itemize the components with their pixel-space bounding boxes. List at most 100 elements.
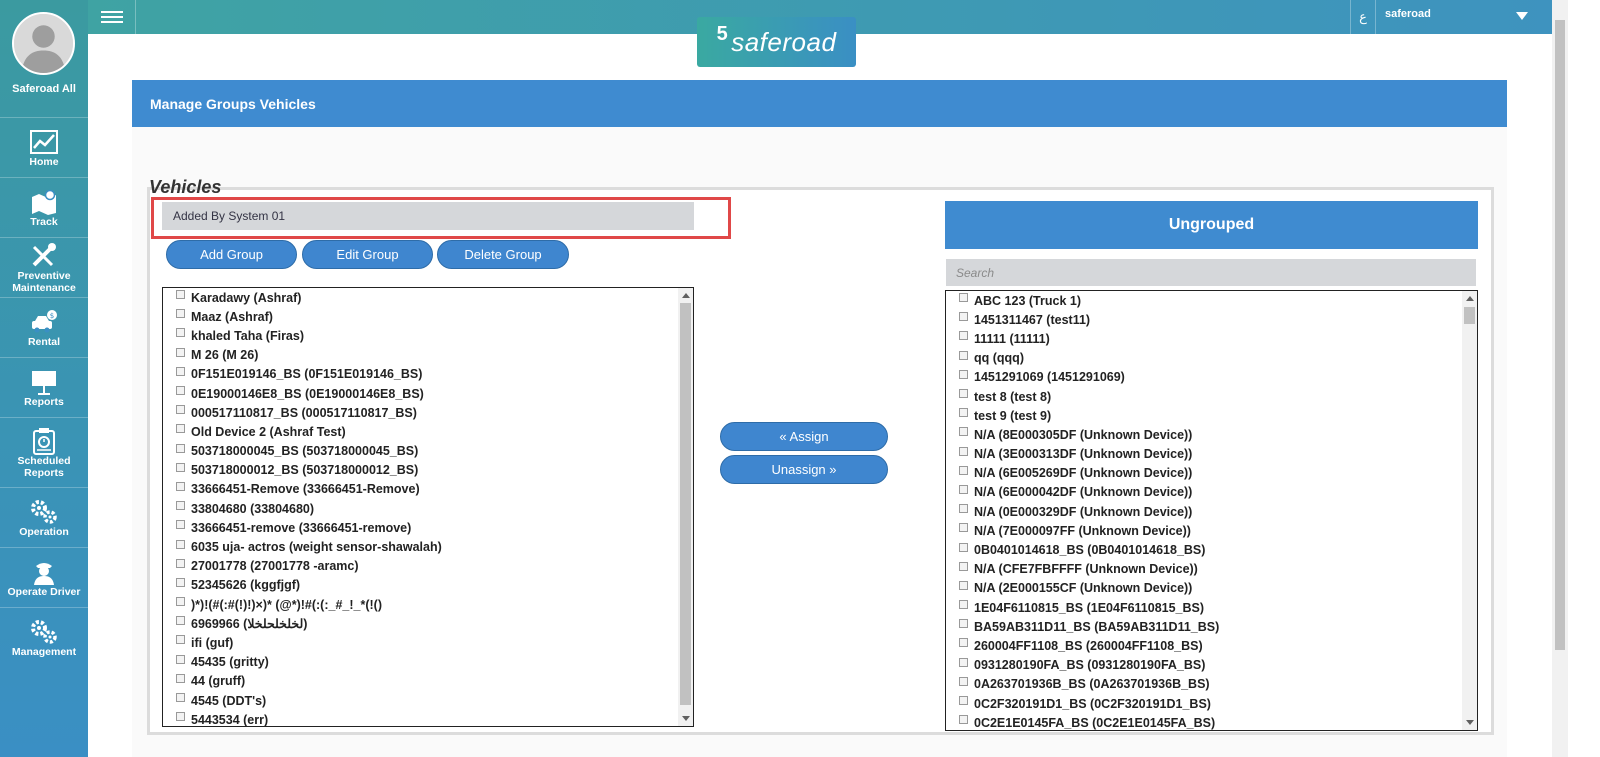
list-item[interactable]: Karadawy (Ashraf) <box>163 288 678 307</box>
page-scrollbar-thumb[interactable] <box>1555 20 1565 650</box>
list-item[interactable]: 1451311467 (test11) <box>946 310 1462 329</box>
checkbox[interactable] <box>959 427 968 437</box>
scroll-up-icon[interactable] <box>682 293 690 298</box>
list-item[interactable]: N/A (CFE7FBFFFF (Unknown Device)) <box>946 560 1462 579</box>
list-item[interactable]: test 9 (test 9) <box>946 406 1462 425</box>
scroll-up-icon[interactable] <box>1466 296 1474 301</box>
sidebar-item-reports[interactable]: Reports <box>0 357 88 417</box>
list-item[interactable]: 260004FF1108_BS (260004FF1108_BS) <box>946 636 1462 655</box>
list-item[interactable]: 44 (gruff) <box>163 672 678 691</box>
list-item[interactable]: ABC 123 (Truck 1) <box>946 291 1462 310</box>
checkbox[interactable] <box>959 389 968 399</box>
avatar[interactable] <box>12 12 75 75</box>
sidebar-item-preventive-maintenance[interactable]: Preventive Maintenance <box>0 237 88 297</box>
checkbox[interactable] <box>959 600 968 610</box>
list-item[interactable]: 52345626 (kggfjgf) <box>163 576 678 595</box>
list-item[interactable]: 11111 (11111) <box>946 329 1462 348</box>
list-item[interactable]: 6969966 (لخلخلحلخلا) <box>163 614 678 633</box>
checkbox[interactable] <box>176 481 185 491</box>
list-item[interactable]: 0E19000146E8_BS (0E19000146E8_BS) <box>163 384 678 403</box>
list-item[interactable]: 000517110817_BS (000517110817_BS) <box>163 403 678 422</box>
list-item[interactable]: 0931280190FA_BS (0931280190FA_BS) <box>946 656 1462 675</box>
ungrouped-list-scrollbar[interactable] <box>1462 291 1477 730</box>
checkbox[interactable] <box>959 504 968 514</box>
ungrouped-list-scrollbar-thumb[interactable] <box>1464 307 1475 324</box>
checkbox[interactable] <box>176 405 185 415</box>
checkbox[interactable] <box>959 465 968 475</box>
list-item[interactable]: 6035 uja- actros (weight sensor-shawalah… <box>163 537 678 556</box>
list-item[interactable]: BA59AB311D11_BS (BA59AB311D11_BS) <box>946 617 1462 636</box>
checkbox[interactable] <box>959 561 968 571</box>
checkbox[interactable] <box>959 484 968 494</box>
hamburger-menu-icon[interactable] <box>88 0 136 34</box>
list-item[interactable]: N/A (0E000329DF (Unknown Device)) <box>946 502 1462 521</box>
checkbox[interactable] <box>959 331 968 341</box>
list-item[interactable]: 1E04F6110815_BS (1E04F6110815_BS) <box>946 598 1462 617</box>
list-item[interactable]: ifi (guf) <box>163 633 678 652</box>
list-item[interactable]: N/A (7E000097FF (Unknown Device)) <box>946 521 1462 540</box>
scroll-down-icon[interactable] <box>1466 720 1474 725</box>
add-group-button[interactable]: Add Group <box>166 240 297 269</box>
checkbox[interactable] <box>176 328 185 338</box>
checkbox[interactable] <box>176 424 185 434</box>
list-item[interactable]: 0C2F320191D1_BS (0C2F320191D1_BS) <box>946 694 1462 713</box>
group-select[interactable]: Added By System 01 <box>162 202 694 230</box>
list-item[interactable]: 33804680 (33804680) <box>163 499 678 518</box>
list-item[interactable]: khaled Taha (Firas) <box>163 326 678 345</box>
checkbox[interactable] <box>176 347 185 357</box>
list-item[interactable]: N/A (2E000155CF (Unknown Device)) <box>946 579 1462 598</box>
list-item[interactable]: N/A (6E005269DF (Unknown Device)) <box>946 464 1462 483</box>
checkbox[interactable] <box>959 715 968 725</box>
list-item[interactable]: N/A (8E000305DF (Unknown Device)) <box>946 425 1462 444</box>
list-item[interactable]: qq (qqq) <box>946 349 1462 368</box>
group-list-scrollbar-thumb[interactable] <box>680 303 691 705</box>
checkbox[interactable] <box>959 696 968 706</box>
search-input[interactable] <box>946 259 1476 286</box>
checkbox[interactable] <box>959 676 968 686</box>
list-item[interactable]: 503718000045_BS (503718000045_BS) <box>163 442 678 461</box>
list-item[interactable]: N/A (3E000313DF (Unknown Device)) <box>946 445 1462 464</box>
checkbox[interactable] <box>176 520 185 530</box>
checkbox[interactable] <box>959 542 968 552</box>
sidebar-item-rental[interactable]: $ Rental <box>0 297 88 357</box>
checkbox[interactable] <box>959 312 968 322</box>
checkbox[interactable] <box>959 446 968 456</box>
checkbox[interactable] <box>959 293 968 303</box>
list-item[interactable]: 27001778 (27001778 -aramc) <box>163 557 678 576</box>
checkbox[interactable] <box>959 350 968 360</box>
list-item[interactable]: 45435 (gritty) <box>163 653 678 672</box>
scroll-down-icon[interactable] <box>682 716 690 721</box>
list-item[interactable]: test 8 (test 8) <box>946 387 1462 406</box>
list-item[interactable]: N/A (6E000042DF (Unknown Device)) <box>946 483 1462 502</box>
sidebar-item-track[interactable]: Track <box>0 177 88 237</box>
checkbox[interactable] <box>176 366 185 376</box>
checkbox[interactable] <box>176 616 185 626</box>
list-item[interactable]: 0A263701936B_BS (0A263701936B_BS) <box>946 675 1462 694</box>
checkbox[interactable] <box>176 673 185 683</box>
list-item[interactable]: 0F151E019146_BS (0F151E019146_BS) <box>163 365 678 384</box>
list-item[interactable]: 33666451-Remove (33666451-Remove) <box>163 480 678 499</box>
list-item[interactable]: 4545 (DDT's) <box>163 691 678 710</box>
edit-group-button[interactable]: Edit Group <box>302 240 433 269</box>
checkbox[interactable] <box>176 501 185 511</box>
checkbox[interactable] <box>959 580 968 590</box>
list-item[interactable]: 5443534 (err) <box>163 710 678 726</box>
list-item[interactable]: Maaz (Ashraf) <box>163 307 678 326</box>
checkbox[interactable] <box>176 558 185 568</box>
checkbox[interactable] <box>959 657 968 667</box>
checkbox[interactable] <box>176 654 185 664</box>
list-item[interactable]: 0B0401014618_BS (0B0401014618_BS) <box>946 540 1462 559</box>
checkbox[interactable] <box>959 369 968 379</box>
assign-button[interactable]: « Assign <box>720 422 888 451</box>
sidebar-item-scheduled-reports[interactable]: Scheduled Reports <box>0 417 88 487</box>
page-scrollbar[interactable] <box>1552 0 1568 757</box>
group-list-scrollbar[interactable] <box>678 288 693 726</box>
checkbox[interactable] <box>176 386 185 396</box>
checkbox[interactable] <box>176 693 185 703</box>
checkbox[interactable] <box>959 523 968 533</box>
list-item[interactable]: )*)!(#(:#(!)!)×)* (@*)!#(:(:_#_!_*(!() <box>163 595 678 614</box>
unassign-button[interactable]: Unassign » <box>720 455 888 484</box>
sidebar-item-operate-driver[interactable]: Operate Driver <box>0 547 88 607</box>
list-item[interactable]: Old Device 2 (Ashraf Test) <box>163 422 678 441</box>
checkbox[interactable] <box>176 597 185 607</box>
